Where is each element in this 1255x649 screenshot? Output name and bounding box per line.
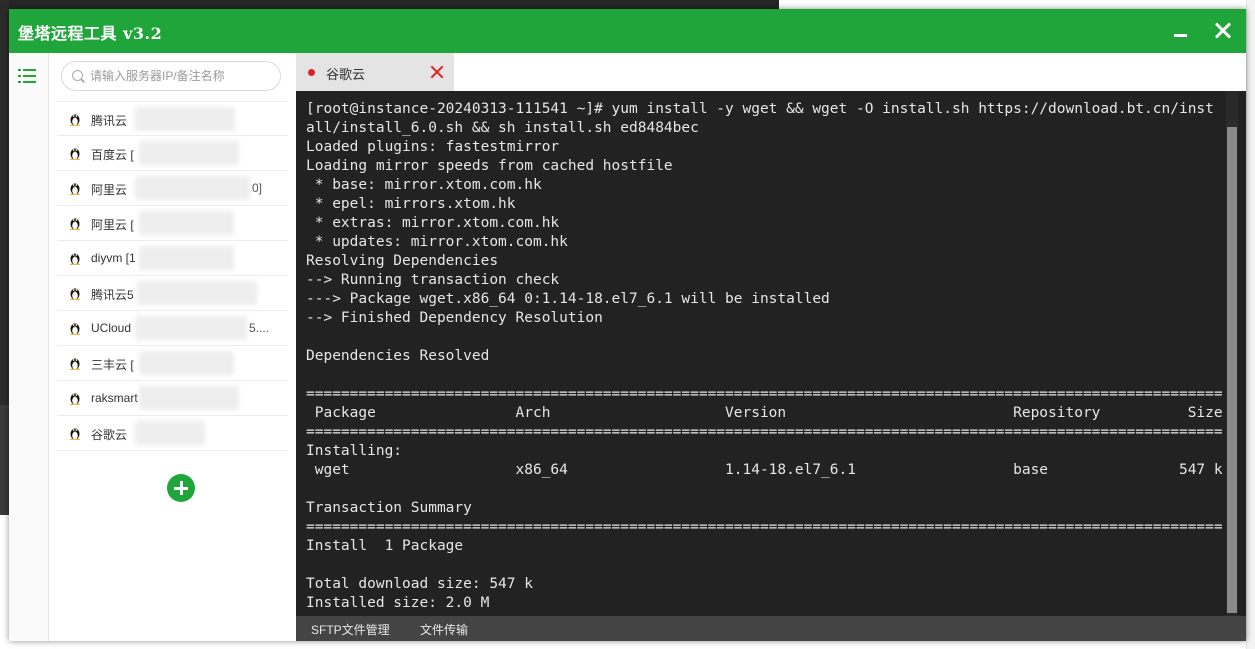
terminal-line: * epel: mirrors.xtom.hk — [306, 196, 516, 212]
title-bar[interactable]: 堡塔远程工具 v3.2 — [9, 9, 1246, 53]
server-item[interactable]: 阿里云 0] — [57, 171, 288, 206]
terminal-line: Total download size: 547 k — [306, 576, 533, 592]
server-item[interactable]: diyvm [1 — [57, 241, 288, 276]
close-window-button[interactable] — [1203, 9, 1243, 53]
add-server-button[interactable] — [167, 474, 195, 502]
background-editor-strip — [9, 0, 779, 9]
linux-penguin-icon — [70, 183, 80, 195]
server-address-tail: 5.... — [249, 321, 270, 335]
terminal-line: Transaction Summary — [306, 500, 472, 516]
terminal-line: Installed size: 2.0 M — [306, 595, 490, 611]
background-editor-edge-lower — [0, 405, 9, 515]
tab-label: 谷歌云 — [326, 67, 366, 82]
linux-penguin-icon — [70, 288, 80, 300]
scrollbar-thumb[interactable] — [1227, 127, 1237, 613]
terminal-output[interactable]: [root@instance-20240313-111541 ~]# yum i… — [306, 100, 1226, 613]
linux-penguin-icon — [70, 114, 80, 126]
linux-penguin-icon — [70, 218, 80, 230]
redacted-address — [135, 176, 250, 200]
redacted-address — [139, 386, 239, 410]
server-item[interactable]: 腾讯云 — [57, 101, 288, 136]
redacted-address — [139, 351, 234, 375]
terminal-line: Installing: — [306, 443, 403, 459]
linux-penguin-icon — [70, 428, 80, 440]
file-transfer-button[interactable]: 文件传输 — [420, 621, 468, 638]
search-box[interactable] — [61, 61, 281, 91]
terminal-line: * extras: mirror.xtom.com.hk — [306, 215, 560, 231]
terminal-line: all/install_6.0.sh && sh install.sh ed84… — [306, 120, 699, 136]
server-name: 三丰云 [ — [91, 358, 134, 372]
redacted-address — [139, 211, 234, 235]
terminal-line: Package Arch Version Repository Size — [306, 405, 1223, 421]
redacted-address — [137, 281, 257, 305]
server-address-tail: 0] — [252, 181, 263, 195]
redacted-address — [139, 246, 234, 270]
terminal-line: Install 1 Package — [306, 538, 464, 554]
server-item[interactable]: 腾讯云5 — [57, 276, 288, 311]
server-item[interactable]: 百度云 [ — [57, 136, 288, 171]
background-right-panel — [1246, 0, 1255, 649]
sftp-file-manager-button[interactable]: SFTP文件管理 — [311, 621, 390, 638]
search-icon — [72, 70, 83, 81]
terminal-line: ========================================… — [306, 519, 1223, 535]
terminal-line: Dependencies Resolved — [306, 348, 490, 364]
minimize-button[interactable] — [1161, 9, 1201, 53]
remote-tool-window: 堡塔远程工具 v3.2 腾讯云 百度云 [ — [9, 9, 1246, 641]
server-name: 阿里云 — [91, 183, 128, 197]
server-name: 腾讯云 — [91, 114, 128, 128]
server-list: 腾讯云 百度云 [ 阿里云 0] 阿里云 [ diyvm [1 腾讯云5 UCl… — [57, 101, 288, 451]
server-name: 百度云 [ — [91, 148, 134, 162]
linux-penguin-icon — [70, 148, 80, 160]
terminal-line: * base: mirror.xtom.com.hk — [306, 177, 542, 193]
server-name: diyvm [1 — [91, 251, 136, 265]
terminal-scrollbar[interactable] — [1226, 91, 1238, 616]
server-name: 腾讯云5 — [91, 288, 134, 302]
terminal-line: Resolving Dependencies — [306, 253, 499, 269]
linux-penguin-icon — [70, 358, 80, 370]
redacted-address — [139, 141, 239, 165]
connection-status-dot — [308, 69, 315, 76]
server-name: UCloud — [91, 321, 132, 335]
terminal-line: [root@instance-20240313-111541 ~]# yum i… — [306, 101, 1214, 117]
terminal-line: wget x86_64 1.14-18.el7_6.1 base 547 k — [306, 462, 1223, 478]
redacted-address — [135, 107, 235, 131]
server-item[interactable]: UCloud 5.... — [57, 311, 288, 346]
background-editor-edge — [0, 0, 9, 405]
server-name: 阿里云 [ — [91, 218, 134, 232]
terminal-line: Loading mirror speeds from cached hostfi… — [306, 158, 673, 174]
bottom-toolbar: SFTP文件管理 文件传输 — [296, 616, 1246, 641]
close-tab-icon[interactable] — [429, 64, 445, 80]
session-tab-bar: 谷歌云 — [296, 53, 1246, 91]
terminal-line: --> Running transaction check — [306, 272, 560, 288]
window-title: 堡塔远程工具 v3.2 — [18, 24, 163, 43]
icon-strip — [9, 53, 49, 641]
server-name: 谷歌云 — [91, 428, 128, 442]
list-icon[interactable] — [17, 66, 41, 86]
redacted-address — [135, 316, 247, 340]
server-item[interactable]: raksmart — [57, 381, 288, 416]
server-name: raksmart — [91, 391, 138, 405]
tab-google-cloud[interactable]: 谷歌云 — [296, 53, 454, 91]
linux-penguin-icon — [70, 323, 80, 335]
terminal-line: ---> Package wget.x86_64 0:1.14-18.el7_6… — [306, 291, 830, 307]
terminal-line: * updates: mirror.xtom.com.hk — [306, 234, 568, 250]
linux-penguin-icon — [70, 253, 80, 265]
search-input[interactable] — [90, 67, 275, 85]
linux-penguin-icon — [70, 393, 80, 405]
server-item[interactable]: 谷歌云 — [57, 416, 288, 451]
redacted-address — [135, 421, 205, 445]
terminal-line: ========================================… — [306, 386, 1223, 402]
server-list-panel: 腾讯云 百度云 [ 阿里云 0] 阿里云 [ diyvm [1 — [49, 53, 296, 641]
server-item[interactable]: 阿里云 [ — [57, 206, 288, 241]
terminal-line: Loaded plugins: fastestmirror — [306, 139, 560, 155]
server-item[interactable]: 三丰云 [ — [57, 346, 288, 381]
terminal-line: ========================================… — [306, 424, 1223, 440]
terminal-panel[interactable]: [root@instance-20240313-111541 ~]# yum i… — [296, 91, 1246, 616]
terminal-line: --> Finished Dependency Resolution — [306, 310, 603, 326]
